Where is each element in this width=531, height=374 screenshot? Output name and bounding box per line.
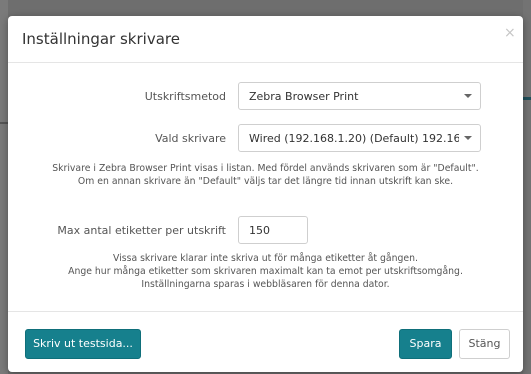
close-icon[interactable]: × bbox=[504, 26, 516, 40]
background-page-left bbox=[0, 0, 8, 374]
background-divider-left bbox=[0, 122, 8, 124]
chevron-down-icon bbox=[464, 136, 472, 140]
max-labels-help-line: Ange hur många etiketter som skrivaren m… bbox=[68, 266, 463, 277]
printer-help-text: Skrivare i Zebra Browser Print visas i l… bbox=[8, 162, 523, 188]
close-button[interactable]: Stäng bbox=[459, 329, 510, 359]
max-labels-help-line: Vissa skrivare klarar inte skriva ut för… bbox=[113, 253, 418, 264]
background-accent-right bbox=[523, 97, 531, 100]
max-labels-input[interactable]: 150 bbox=[238, 216, 308, 244]
selected-printer-value: Wired (192.168.1.20) (Default) 192.168.1… bbox=[249, 132, 459, 145]
printer-help-line: Skrivare i Zebra Browser Print visas i l… bbox=[52, 163, 479, 174]
printer-help-line: Om en annan skrivare än "Default" väljs … bbox=[77, 176, 454, 187]
max-labels-label: Max antal etiketter per utskrift bbox=[57, 224, 226, 237]
selected-printer-select[interactable]: Wired (192.168.1.20) (Default) 192.168.1… bbox=[238, 124, 481, 152]
print-method-label: Utskriftsmetod bbox=[144, 90, 226, 103]
dialog-footer: Skriv ut testsida... Spara Stäng bbox=[8, 311, 523, 373]
test-print-button[interactable]: Skriv ut testsida... bbox=[25, 329, 141, 359]
max-labels-value: 150 bbox=[249, 224, 270, 237]
max-labels-help-text: Vissa skrivare klarar inte skriva ut för… bbox=[8, 252, 523, 291]
print-method-value: Zebra Browser Print bbox=[249, 90, 359, 103]
max-labels-help-line: Inställningarna sparas i webbläsaren för… bbox=[141, 279, 390, 290]
selected-printer-label: Vald skrivare bbox=[155, 132, 226, 145]
print-method-select[interactable]: Zebra Browser Print bbox=[238, 82, 481, 110]
dialog-title: Inställningar skrivare bbox=[22, 30, 180, 48]
save-button[interactable]: Spara bbox=[399, 329, 452, 359]
dialog-header: Inställningar skrivare × bbox=[8, 16, 523, 63]
background-page-right bbox=[523, 0, 531, 374]
printer-settings-dialog: Inställningar skrivare × Utskriftsmetod … bbox=[8, 16, 523, 372]
chevron-down-icon bbox=[464, 94, 472, 98]
